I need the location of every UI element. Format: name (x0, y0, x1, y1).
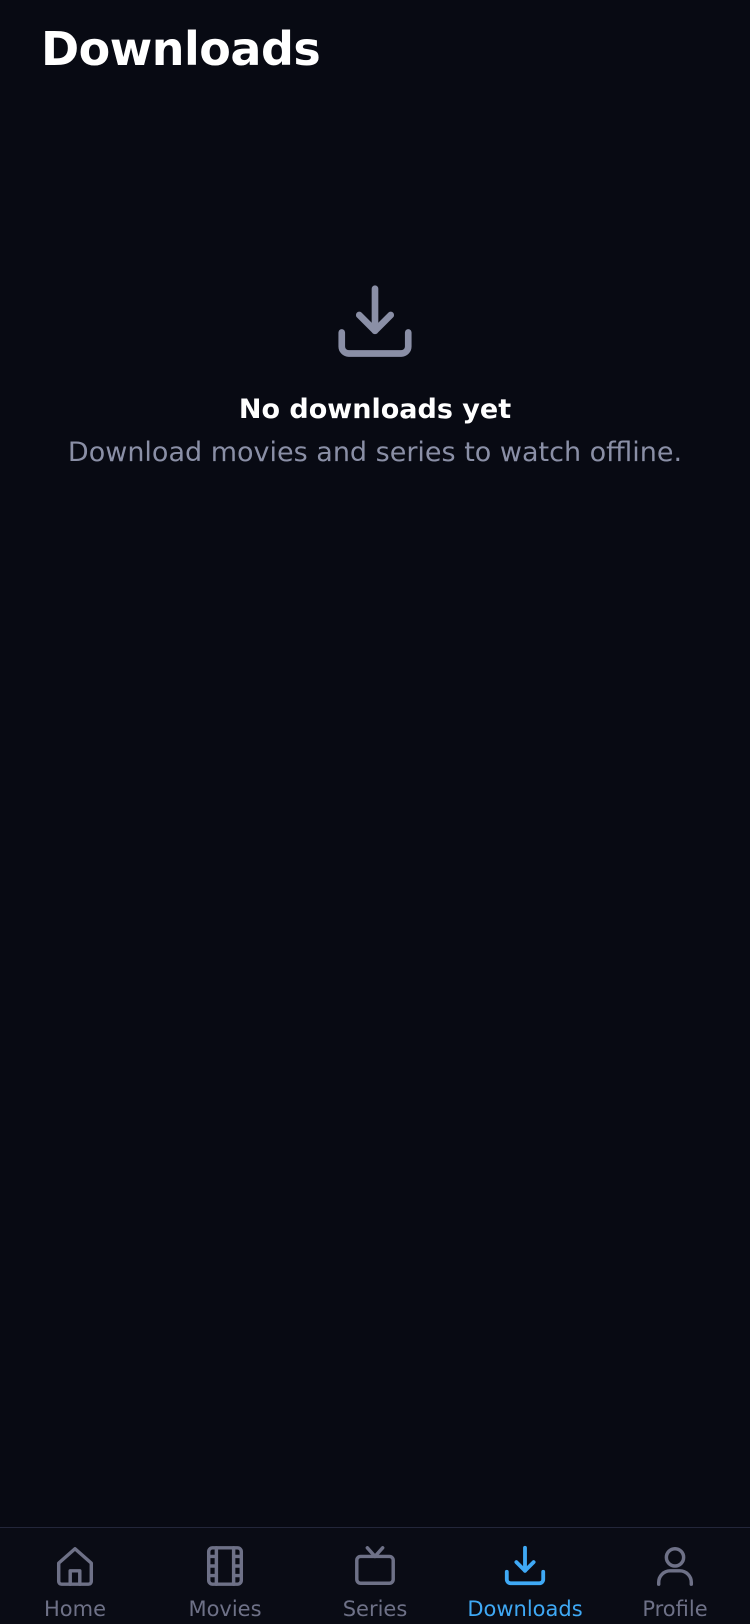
tab-movies-label: Movies (188, 1597, 262, 1621)
tab-movies[interactable]: Movies (150, 1528, 300, 1624)
tab-profile-label: Profile (642, 1597, 708, 1621)
home-icon (56, 1547, 94, 1586)
tab-series[interactable]: Series (300, 1528, 450, 1624)
profile-icon (656, 1547, 694, 1586)
page-title: Downloads (41, 22, 321, 76)
tab-home-label: Home (43, 1597, 106, 1621)
empty-state-subtitle: Download movies and series to watch offl… (67, 437, 683, 468)
tv-icon (355, 1546, 395, 1585)
tab-downloads[interactable]: Downloads (450, 1528, 600, 1624)
download-icon (338, 285, 412, 357)
film-icon (206, 1546, 244, 1586)
bottom-tab-bar: Home Movies Series Downloads Profile (0, 1527, 750, 1624)
tab-profile[interactable]: Profile (600, 1528, 750, 1624)
download-icon (504, 1545, 546, 1586)
tab-downloads-label: Downloads (467, 1597, 583, 1621)
tab-series-label: Series (342, 1597, 408, 1621)
empty-state: No downloads yet Download movies and ser… (0, 280, 750, 468)
empty-state-title: No downloads yet (238, 394, 512, 425)
tab-home[interactable]: Home (0, 1528, 150, 1624)
